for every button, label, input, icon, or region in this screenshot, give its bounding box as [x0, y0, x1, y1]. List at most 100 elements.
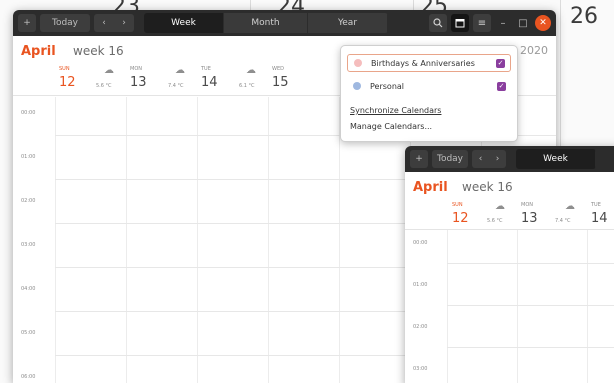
- day-header-wed[interactable]: WED 15: [272, 66, 342, 94]
- day-name: TUE: [201, 66, 211, 72]
- cloud-icon: ☁: [104, 65, 114, 76]
- day-name: TUE: [591, 202, 601, 208]
- today-button[interactable]: Today: [432, 150, 468, 168]
- day-number: 12: [59, 75, 76, 90]
- add-event-button[interactable]: +: [410, 150, 428, 168]
- hour-line: [447, 263, 614, 264]
- checkbox-checked-icon[interactable]: ✓: [497, 81, 506, 91]
- search-button[interactable]: [429, 14, 447, 32]
- day-name: SUN: [59, 66, 70, 72]
- calendar-management-button[interactable]: [451, 14, 469, 32]
- day-number: 14: [591, 211, 608, 226]
- minimize-button[interactable]: –: [495, 15, 511, 31]
- day-header-sun[interactable]: SUN 12: [59, 66, 129, 94]
- search-icon: [433, 18, 443, 28]
- close-button[interactable]: ✕: [535, 15, 551, 31]
- cloud-icon: ☁: [175, 65, 185, 76]
- background-day-number: 26: [570, 4, 598, 29]
- calendar-name: Personal: [370, 81, 405, 91]
- day-number: 12: [452, 211, 469, 226]
- grid-column-line: [517, 230, 518, 383]
- plus-icon: +: [415, 154, 423, 164]
- temperature-label: 5.6 °C: [487, 218, 503, 224]
- tab-week[interactable]: Week: [516, 149, 596, 169]
- day-number: 15: [272, 75, 289, 90]
- week-label: week 16: [73, 44, 124, 58]
- hour-label: 06:00: [21, 374, 36, 380]
- day-header-tue[interactable]: TUE 14: [201, 66, 271, 94]
- checkbox-checked-icon[interactable]: ✓: [496, 58, 505, 68]
- chevron-left-icon[interactable]: ‹: [94, 18, 114, 28]
- temperature-label: 5.6 °C: [96, 83, 112, 89]
- maximize-icon: □: [518, 17, 528, 29]
- hour-label: 01:00: [413, 282, 428, 288]
- grid-column-line: [55, 97, 56, 383]
- menu-icon: ≡: [477, 17, 487, 29]
- temperature-label: 7.4 °C: [168, 83, 184, 89]
- hour-line: [447, 305, 614, 306]
- synchronize-calendars-button[interactable]: Synchronize Calendars: [350, 106, 441, 115]
- calendar-color-dot: [353, 82, 361, 90]
- navigation-buttons: ‹ ›: [94, 14, 134, 32]
- calendar-popover: Birthdays & Anniversaries ✓ Personal ✓ S…: [340, 45, 518, 142]
- calendar-name: Birthdays & Anniversaries: [371, 58, 475, 68]
- day-number: 13: [130, 75, 147, 90]
- day-header-tue[interactable]: TUE 14: [591, 202, 614, 230]
- grid-column-line: [197, 97, 198, 383]
- temperature-label: 6.1 °C: [239, 83, 255, 89]
- titlebar: + Today ‹ › Week: [405, 146, 614, 172]
- cloud-icon: ☁: [565, 201, 575, 212]
- view-switcher: Week: [516, 149, 596, 169]
- chevron-right-icon[interactable]: ›: [114, 18, 134, 28]
- grid-column-line: [587, 230, 588, 383]
- minimize-icon: –: [500, 17, 506, 29]
- tab-week[interactable]: Week: [144, 13, 224, 33]
- cloud-icon: ☁: [246, 65, 256, 76]
- year-label: 2020: [520, 44, 548, 57]
- week-grid[interactable]: 00:00 01:00 02:00 03:00: [405, 230, 614, 383]
- week-label: week 16: [462, 180, 513, 194]
- today-button[interactable]: Today: [40, 14, 90, 32]
- hour-label: 04:00: [21, 286, 36, 292]
- grid-column-line: [126, 97, 127, 383]
- hour-label: 03:00: [21, 242, 36, 248]
- calendar-icon: [455, 19, 465, 28]
- month-label: April: [413, 180, 448, 195]
- hour-label: 02:00: [413, 324, 428, 330]
- day-number: 13: [521, 211, 538, 226]
- temperature-label: 7.4 °C: [555, 218, 571, 224]
- day-header-mon[interactable]: MON 13: [130, 66, 200, 94]
- maximize-button[interactable]: □: [515, 15, 531, 31]
- cloud-icon: ☁: [495, 201, 505, 212]
- view-switcher: Week Month Year: [144, 13, 388, 33]
- day-number: 14: [201, 75, 218, 90]
- add-event-button[interactable]: +: [18, 14, 36, 32]
- week-header: April week 16 SUN 12 ☁ 5.6 °C MON 13 ☁ 7…: [405, 172, 614, 230]
- grid-column-line: [447, 230, 448, 383]
- day-name: SUN: [452, 202, 463, 208]
- calendar-window-second: + Today ‹ › Week April week 16 SUN 12 ☁ …: [405, 146, 614, 383]
- calendar-row-personal[interactable]: Personal ✓: [347, 77, 511, 95]
- grid-column-line: [268, 97, 269, 383]
- chevron-right-icon[interactable]: ›: [489, 154, 506, 164]
- calendar-row-birthdays[interactable]: Birthdays & Anniversaries ✓: [347, 54, 511, 72]
- navigation-buttons: ‹ ›: [472, 150, 506, 168]
- hour-label: 05:00: [21, 330, 36, 336]
- close-icon: ✕: [539, 18, 547, 28]
- day-name: MON: [521, 202, 533, 208]
- calendar-color-dot: [354, 59, 362, 67]
- plus-icon: +: [23, 18, 31, 28]
- hour-line: [447, 347, 614, 348]
- day-name: MON: [130, 66, 142, 72]
- grid-column-line: [339, 97, 340, 383]
- hour-label: 03:00: [413, 366, 428, 372]
- day-header-sun[interactable]: SUN 12: [452, 202, 522, 230]
- chevron-left-icon[interactable]: ‹: [472, 154, 489, 164]
- day-name: WED: [272, 66, 284, 72]
- tab-month[interactable]: Month: [224, 13, 308, 33]
- menu-button[interactable]: ≡: [473, 14, 491, 32]
- tab-year[interactable]: Year: [308, 13, 388, 33]
- day-header-mon[interactable]: MON 13: [521, 202, 591, 230]
- manage-calendars-button[interactable]: Manage Calendars...: [350, 122, 432, 131]
- hour-label: 00:00: [413, 240, 428, 246]
